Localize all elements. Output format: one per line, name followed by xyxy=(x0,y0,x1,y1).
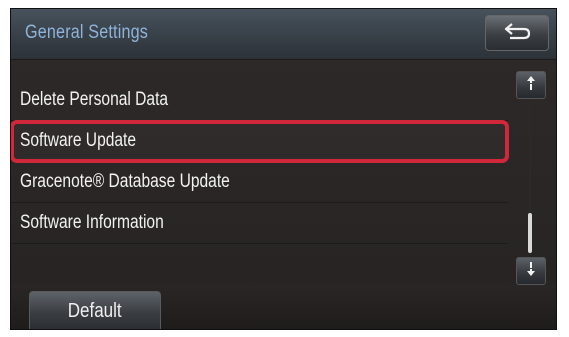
list-item-label: Software Information xyxy=(20,212,164,233)
scroll-thumb[interactable] xyxy=(528,213,532,253)
list-item-software-information[interactable]: Software Information xyxy=(11,203,508,244)
scroll-down-button[interactable] xyxy=(516,257,546,285)
page-title: General Settings xyxy=(25,22,149,43)
settings-list: Delete Personal Data Software Update Gra… xyxy=(11,80,509,244)
list-item-label: Delete Personal Data xyxy=(20,89,169,110)
back-button[interactable] xyxy=(485,15,549,51)
scroll-down-icon xyxy=(526,261,536,282)
default-button[interactable]: Default xyxy=(29,291,161,329)
list-item-gracenote-database-update[interactable]: Gracenote® Database Update xyxy=(11,162,508,203)
scroll-up-icon xyxy=(526,75,536,96)
list-item-software-update[interactable]: Software Update xyxy=(11,120,509,163)
footer-bar: Default xyxy=(11,285,556,329)
scroll-up-button[interactable] xyxy=(516,71,546,99)
general-settings-screen: General Settings Delete Personal Data So… xyxy=(10,8,557,330)
list-item-label: Gracenote® Database Update xyxy=(20,171,230,192)
list-scrollbar[interactable] xyxy=(516,71,546,285)
title-bar: General Settings xyxy=(11,9,556,60)
list-item-label: Software Update xyxy=(20,130,137,151)
return-arrow-icon xyxy=(502,21,532,46)
default-button-label: Default xyxy=(68,299,122,322)
list-item-delete-personal-data[interactable]: Delete Personal Data xyxy=(11,80,508,121)
